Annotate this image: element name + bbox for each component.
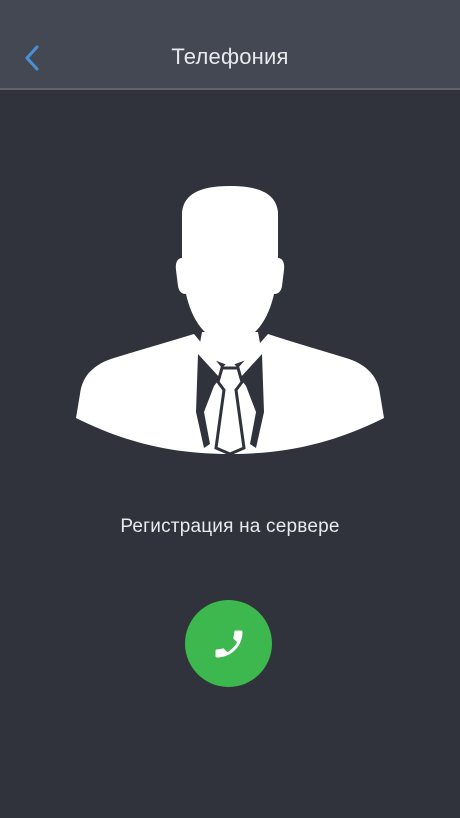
user-silhouette-icon [76, 186, 384, 456]
navigation-bar: Телефония [0, 0, 460, 90]
call-button[interactable] [185, 600, 272, 687]
page-title: Телефония [171, 44, 289, 69]
registration-status: Регистрация на сервере [120, 516, 340, 537]
telephony-screen: Телефония Регистрация на сервере [0, 0, 460, 818]
phone-icon [215, 630, 242, 657]
